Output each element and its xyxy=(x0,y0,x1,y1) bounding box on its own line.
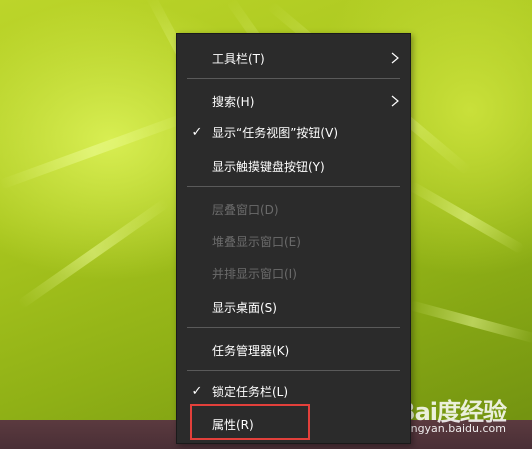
chevron-right-icon xyxy=(391,52,399,64)
menu-item-cascade-windows: 层叠窗口(D) xyxy=(177,195,410,223)
menu-item-task-manager[interactable]: 任务管理器(K) xyxy=(177,336,410,364)
menu-item-show-task-view-button[interactable]: ✓ 显示“任务视图”按钮(V) xyxy=(177,118,410,146)
menu-item-label: 任务管理器(K) xyxy=(212,343,290,358)
menu-item-label: 层叠窗口(D) xyxy=(212,202,279,217)
taskbar-context-menu: 工具栏(T) 搜索(H) ✓ 显示“任务视图”按钮(V) 显示触摸键盘按钮(Y)… xyxy=(176,33,411,444)
menu-item-show-touch-keyboard-button[interactable]: 显示触摸键盘按钮(Y) xyxy=(177,152,410,180)
menu-item-label: 搜索(H) xyxy=(212,94,255,109)
menu-item-show-desktop[interactable]: 显示桌面(S) xyxy=(177,293,410,321)
menu-item-label: 显示桌面(S) xyxy=(212,300,277,315)
wallpaper-grass-blade xyxy=(17,197,171,310)
menu-item-label: 堆叠显示窗口(E) xyxy=(212,234,301,249)
menu-item-lock-taskbar[interactable]: ✓ 锁定任务栏(L) xyxy=(177,377,410,405)
menu-item-label: 显示触摸键盘按钮(Y) xyxy=(212,159,325,174)
menu-item-toolbars[interactable]: 工具栏(T) xyxy=(177,44,410,72)
menu-item-label: 显示“任务视图”按钮(V) xyxy=(212,125,339,140)
menu-item-label: 并排显示窗口(I) xyxy=(212,266,297,281)
menu-item-search[interactable]: 搜索(H) xyxy=(177,87,410,115)
menu-item-stacked-windows: 堆叠显示窗口(E) xyxy=(177,227,410,255)
menu-item-label: 锁定任务栏(L) xyxy=(212,384,289,399)
menu-separator xyxy=(187,186,400,187)
wallpaper-grass-blade xyxy=(407,180,526,255)
check-icon: ✓ xyxy=(191,383,203,399)
check-icon: ✓ xyxy=(191,124,203,140)
wallpaper-grass-blade xyxy=(408,300,532,344)
wallpaper-grass-blade xyxy=(0,111,190,190)
menu-separator xyxy=(187,370,400,371)
menu-item-side-by-side-windows: 并排显示窗口(I) xyxy=(177,259,410,287)
watermark-site: jingyan.baidu.com xyxy=(404,422,506,435)
baidu-jingyan-watermark: Bai度经验 jingyan.baidu.com xyxy=(396,392,507,440)
menu-item-label: 工具栏(T) xyxy=(212,51,265,66)
chevron-right-icon xyxy=(391,95,399,107)
properties-highlight-box xyxy=(190,404,310,440)
menu-separator xyxy=(187,327,400,328)
menu-separator xyxy=(187,78,400,79)
